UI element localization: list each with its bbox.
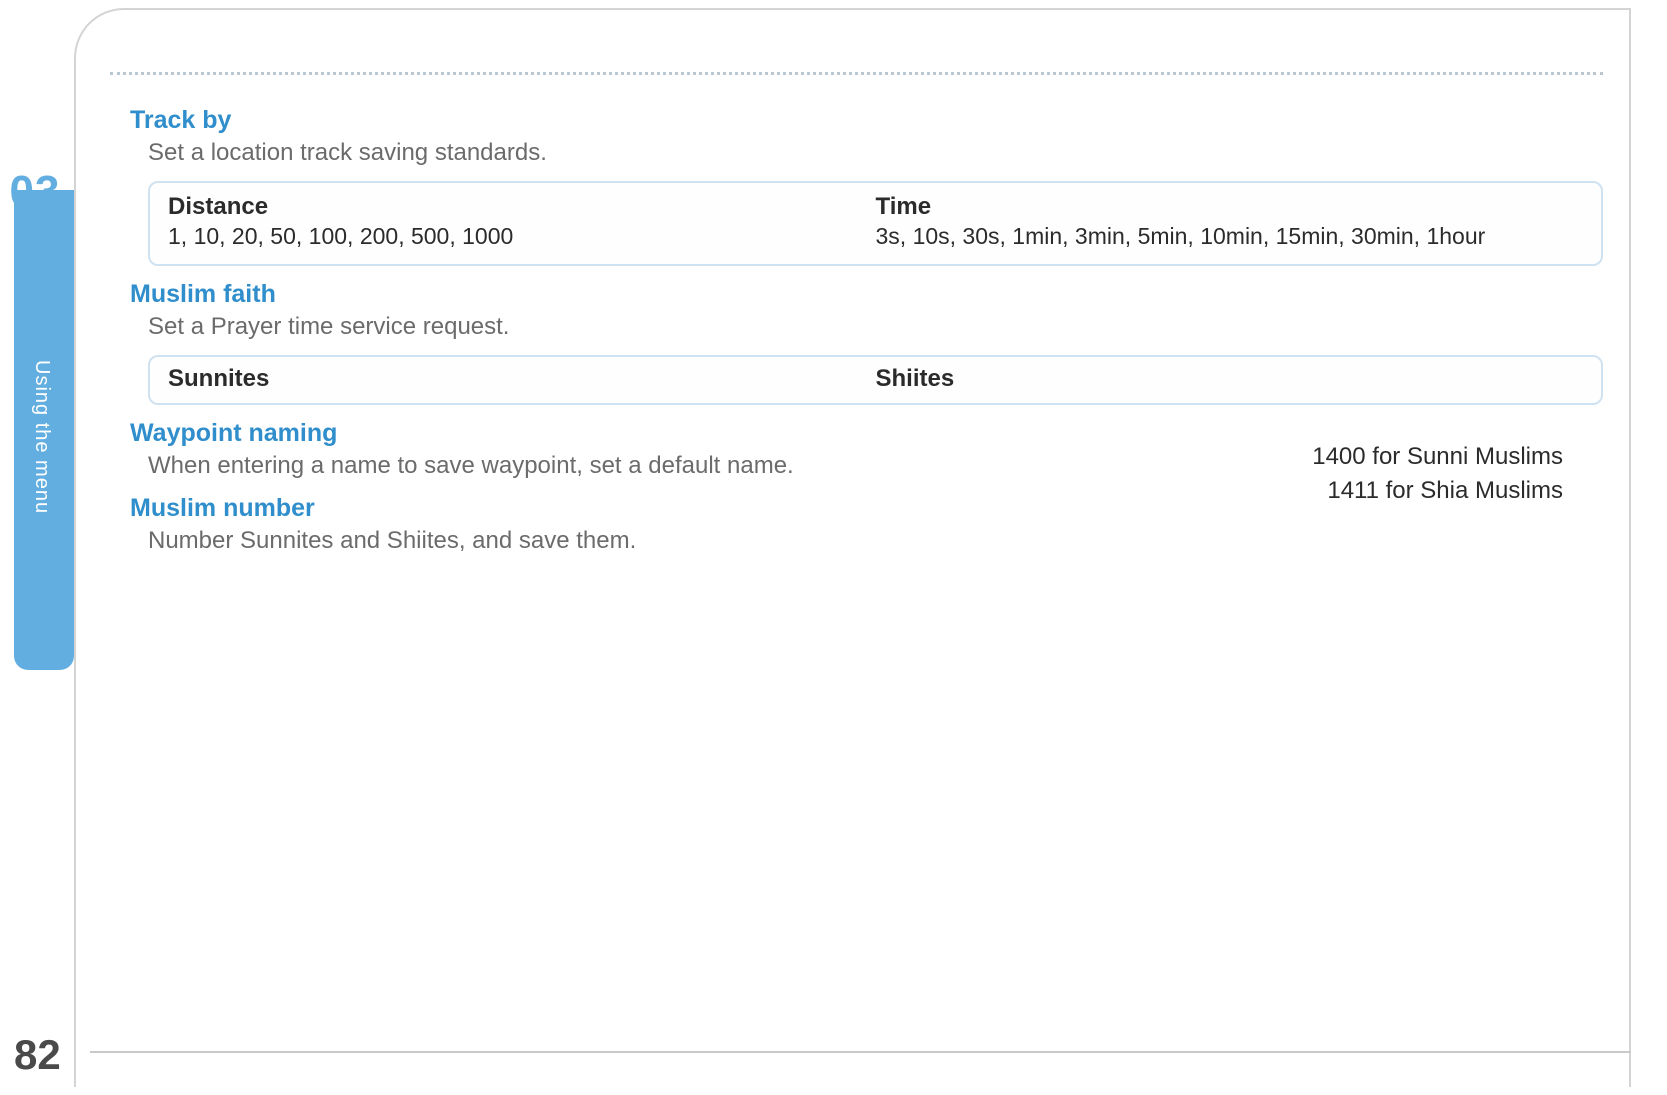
option-col-time: Time 3s, 10s, 30s, 1min, 3min, 5min, 10m… (876, 193, 1584, 250)
muslim-number-note: 1400 for Sunni Muslims 1411 for Shia Mus… (1312, 440, 1563, 507)
option-box-muslim-faith: Sunnites Shiites (148, 355, 1603, 405)
opt-values-distance: 1, 10, 20, 50, 100, 200, 500, 1000 (168, 223, 876, 250)
note-line-1: 1400 for Sunni Muslims (1312, 440, 1563, 474)
section-title-muslim-faith: Muslim faith (130, 280, 1603, 309)
chapter-number: 03 (0, 167, 70, 217)
content-area: Track by Set a location track saving sta… (130, 92, 1603, 555)
opt-label-shiites: Shiites (876, 365, 1584, 393)
option-col-sunnites: Sunnites (168, 365, 876, 393)
opt-label-distance: Distance (168, 193, 876, 221)
opt-label-time: Time (876, 193, 1584, 221)
opt-label-sunnites: Sunnites (168, 365, 876, 393)
option-col-distance: Distance 1, 10, 20, 50, 100, 200, 500, 1… (168, 193, 876, 250)
footer-rule (90, 1051, 1631, 1053)
option-box-track-by: Distance 1, 10, 20, 50, 100, 200, 500, 1… (148, 181, 1603, 266)
section-desc-track-by: Set a location track saving standards. (148, 139, 1603, 167)
note-line-2: 1411 for Shia Muslims (1312, 474, 1563, 508)
opt-values-time: 3s, 10s, 30s, 1min, 3min, 5min, 10min, 1… (876, 223, 1584, 250)
page-number: 82 (14, 1031, 61, 1079)
section-desc-muslim-number: Number Sunnites and Shiites, and save th… (148, 527, 1603, 555)
chapter-label: Using the menu (30, 360, 53, 514)
section-desc-muslim-faith: Set a Prayer time service request. (148, 313, 1603, 341)
section-title-track-by: Track by (130, 106, 1603, 135)
header-dotted-rule (110, 72, 1603, 75)
option-col-shiites: Shiites (876, 365, 1584, 393)
